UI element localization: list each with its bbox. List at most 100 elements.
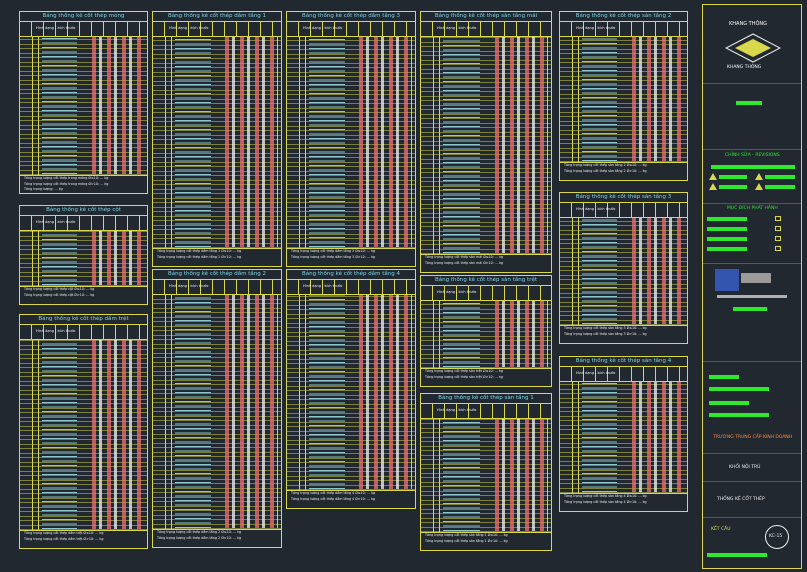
- schedule-table: Bảng thống kê cốt thép sàn tầng 1 Hình d…: [420, 393, 552, 551]
- table-header: Hình dạng - kích thước: [153, 22, 281, 37]
- project-row: [709, 375, 739, 379]
- table-header: Hình dạng - kích thước: [20, 216, 147, 231]
- table-body: [560, 381, 687, 493]
- summary-line: Tổng trọng lượng cốt thép sàn mái Ø>10: …: [425, 260, 504, 265]
- table-summary: Tổng trọng lượng cốt thép dầm tầng 4 Ø≤1…: [287, 490, 415, 508]
- table-body: [421, 418, 551, 532]
- table-body: [20, 339, 147, 530]
- consultant-panel: [703, 263, 801, 362]
- summary-line: Tổng trọng lượng cốt thép sàn tầng 3 Ø>1…: [564, 331, 647, 336]
- table-body: [153, 36, 281, 248]
- table-header: Hình dạng - kích thước: [421, 286, 551, 301]
- header-label: Hình dạng - kích thước: [169, 26, 209, 30]
- header-label: Hình dạng - kích thước: [36, 220, 76, 224]
- table-summary: Tổng trọng lượng cốt thép trong móng Ø≤1…: [20, 175, 147, 193]
- table-body: [20, 36, 147, 175]
- header-label: Hình dạng - kích thước: [576, 26, 616, 30]
- schedule-table: Bảng thống kê cốt thép sàn tầng trệt Hìn…: [420, 275, 552, 387]
- table-body: [560, 217, 687, 325]
- table-title: Bảng thống kê cốt thép sàn tầng 1: [421, 394, 551, 404]
- table-title: Bảng thống kê cốt thép móng: [20, 12, 147, 22]
- table-title: Bảng thống kê cốt thép dầm tầng 2: [153, 270, 281, 280]
- purpose-row: [707, 217, 747, 221]
- table-summary: Tổng trọng lượng cốt thép cột Ø≤10: ... …: [20, 286, 147, 304]
- table-summary: Tổng trọng lượng cốt thép sàn tầng 3 Ø≤1…: [560, 325, 687, 343]
- summary-line: Tổng trọng lượng cốt thép sàn tầng 2 Ø>1…: [564, 168, 647, 173]
- sheet-title-panel: THỐNG KÊ CỐT THÉP: [703, 481, 801, 518]
- project-row: [709, 401, 749, 405]
- revision-row: [711, 165, 795, 169]
- schedule-table: Bảng thống kê cốt thép dầm tầng 3 Hình d…: [286, 11, 416, 267]
- warning-icon: [755, 183, 763, 190]
- consultant-logo-icon: [715, 269, 739, 291]
- header-label: Hình dạng - kích thước: [576, 371, 616, 375]
- title-block: KHANG THÔNG KHANG THÔNG CHỈNH SỬA - REVI…: [702, 4, 802, 569]
- schedule-table: Bảng thống kê cốt thép sàn tầng 2 Hình d…: [559, 11, 688, 181]
- revision-row: [719, 175, 747, 179]
- table-summary: Tổng trọng lượng cốt thép sàn trệt Ø≤10:…: [421, 368, 551, 386]
- purpose-checkbox[interactable]: [775, 216, 781, 221]
- purpose-checkbox[interactable]: [775, 246, 781, 251]
- table-body: [20, 230, 147, 286]
- client-panel: KHỐI NỘI TRÚ: [703, 453, 801, 482]
- logo-area: [703, 83, 801, 150]
- project-panel: TRƯỜNG TRUNG CẤP KINH DOANH: [703, 361, 801, 454]
- table-summary: Tổng trọng lượng cốt thép dầm tầng 1 Ø≤1…: [153, 248, 281, 266]
- project-name: TRƯỜNG TRUNG CẤP KINH DOANH: [713, 435, 793, 440]
- table-header: Hình dạng - kích thước: [421, 404, 551, 419]
- summary-line: Tổng trọng lượng cốt thép dầm tầng 1 Ø>1…: [157, 254, 242, 259]
- purpose-checkbox[interactable]: [775, 236, 781, 241]
- table-title: Bảng thống kê cốt thép dầm tầng 1: [153, 12, 281, 22]
- table-title: Bảng thống kê cốt thép dầm trệt: [20, 315, 147, 325]
- table-body: [153, 294, 281, 529]
- table-title: Bảng thống kê cốt thép dầm tầng 4: [287, 270, 415, 280]
- schedule-table: Bảng thống kê cốt thép dầm tầng 4 Hình d…: [286, 269, 416, 509]
- green-marker: [733, 307, 767, 311]
- table-body: [287, 36, 415, 248]
- table-summary: Tổng trọng lượng cốt thép dầm trệt Ø≤10:…: [20, 530, 147, 548]
- header-label: Hình dạng - kích thước: [303, 284, 343, 288]
- summary-line: Tổng trọng lượng cốt thép dầm tầng 2 Ø>1…: [157, 535, 242, 540]
- sheet-number-circle: KC-15: [765, 525, 789, 549]
- table-summary: Tổng trọng lượng cốt thép dầm tầng 2 Ø≤1…: [153, 529, 281, 547]
- table-body: [421, 300, 551, 368]
- logo-caption: KHANG THÔNG: [727, 65, 762, 70]
- revision-row: [719, 185, 747, 189]
- purpose-row: [707, 227, 747, 231]
- green-marker: [707, 553, 767, 557]
- table-body: [421, 36, 551, 254]
- summary-line: Tổng trọng lượng cốt thép sàn tầng 1 Ø>1…: [425, 538, 508, 543]
- table-header: Hình dạng - kích thước: [421, 22, 551, 37]
- summary-line: Tổng trọng lượng cốt thép dầm tầng 4 Ø>1…: [291, 496, 376, 501]
- table-header: Hình dạng - kích thước: [287, 280, 415, 295]
- schedule-table: Bảng thống kê cốt thép sàn tầng 4 Hình d…: [559, 356, 688, 512]
- table-title: Bảng thống kê cốt thép sàn tầng 2: [560, 12, 687, 22]
- summary-line: Tổng trọng lượng cốt thép cột Ø>10: ... …: [24, 292, 95, 297]
- table-body: [560, 36, 687, 162]
- company-panel: KHANG THÔNG KHANG THÔNG: [703, 5, 801, 84]
- consultant-logo-text: [741, 273, 771, 283]
- summary-line: Tổng trọng lượng: ... kg: [24, 187, 63, 191]
- schedule-table: Bảng thống kê cốt thép dầm trệt Hình dạn…: [19, 314, 148, 549]
- purpose-row: [707, 247, 747, 251]
- client-name: KHỐI NỘI TRÚ: [729, 465, 761, 470]
- purpose-checkbox[interactable]: [775, 226, 781, 231]
- sheet-number-panel: KẾT CẤU KC-15: [703, 517, 801, 570]
- header-label: Hình dạng - kích thước: [576, 207, 616, 211]
- summary-line: Tổng trọng lượng cốt thép sàn trệt Ø>10:…: [425, 374, 503, 379]
- purpose-row: [707, 237, 747, 241]
- company-logo-icon: [725, 33, 781, 63]
- project-row: [709, 413, 769, 417]
- table-summary: Tổng trọng lượng cốt thép sàn tầng 1 Ø≤1…: [421, 532, 551, 550]
- table-header: Hình dạng - kích thước: [287, 22, 415, 37]
- project-row: [709, 387, 769, 391]
- table-title: Bảng thống kê cốt thép sàn tầng 4: [560, 357, 687, 367]
- table-header: Hình dạng - kích thước: [560, 367, 687, 382]
- green-marker: [736, 101, 762, 105]
- sheet-number: KC-15: [769, 534, 783, 539]
- schedule-table: Bảng thống kê cốt thép dầm tầng 2 Hình d…: [152, 269, 282, 548]
- header-label: Hình dạng - kích thước: [437, 408, 477, 412]
- schedule-table: Bảng thống kê cốt thép cột Hình dạng - k…: [19, 205, 148, 305]
- schedule-table: Bảng thống kê cốt thép móng Hình dạng - …: [19, 11, 148, 194]
- table-summary: Tổng trọng lượng cốt thép sàn mái Ø≤10: …: [421, 254, 551, 272]
